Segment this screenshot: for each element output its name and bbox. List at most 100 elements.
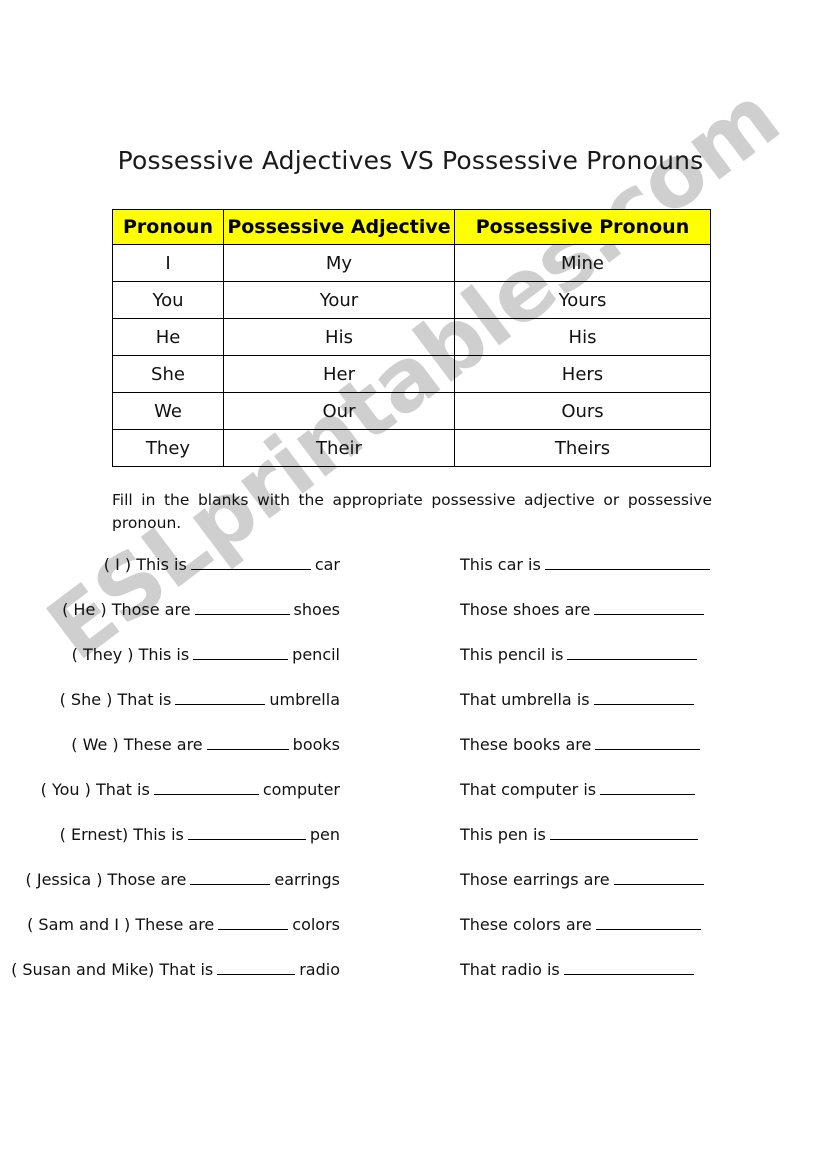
exercise-right-clause: Those earrings are	[460, 870, 708, 889]
answer-blank-pronoun[interactable]	[593, 690, 694, 705]
exercise-noun: umbrella	[269, 690, 340, 709]
exercise-row: ( Jessica ) Those are earrings Those earri…	[0, 868, 821, 913]
answer-blank-adjective[interactable]	[175, 690, 266, 705]
exercise-right-text: Those shoes are	[460, 600, 591, 619]
exercise-left-clause: ( Sam and I ) These are colors	[0, 915, 340, 934]
cell-pronoun: I	[112, 244, 224, 282]
cell-adjective: Your	[223, 281, 455, 319]
answer-blank-adjective[interactable]	[187, 825, 306, 840]
table-row: You Your Yours	[112, 281, 711, 319]
answer-blank-adjective[interactable]	[193, 645, 289, 660]
exercise-right-text: This pencil is	[460, 645, 564, 664]
answer-blank-pronoun[interactable]	[544, 555, 710, 570]
exercise-right-text: That computer is	[460, 780, 597, 799]
exercise-left-clause: ( She ) That is umbrella	[0, 690, 340, 709]
exercise-row: ( We ) These are books These books are	[0, 733, 821, 778]
table-row: I My Mine	[112, 244, 711, 282]
exercise-left-clause: ( I ) This is car	[0, 555, 340, 574]
exercise-right-clause: This car is	[460, 555, 714, 574]
cell-pronoun: He	[112, 318, 224, 356]
answer-blank-pronoun[interactable]	[567, 645, 698, 660]
table-header-row: Pronoun Possessive Adjective Possessive …	[112, 209, 711, 245]
pronoun-table-body: I My Mine You Your Yours He His His She …	[112, 244, 711, 467]
answer-blank-pronoun[interactable]	[595, 735, 701, 750]
table-row: He His His	[112, 318, 711, 356]
exercise-cue: ( You ) That is	[40, 780, 150, 799]
exercise-cue: ( She ) That is	[59, 690, 172, 709]
answer-blank-adjective[interactable]	[153, 780, 259, 795]
exercise-noun: earrings	[274, 870, 340, 889]
exercise-left-clause: ( He ) Those are shoes	[0, 600, 340, 619]
cell-pronoun: She	[112, 355, 224, 393]
exercise-row: ( You ) That is computer That computer is	[0, 778, 821, 823]
exercise-right-clause: That umbrella is	[460, 690, 698, 709]
exercise-left-clause: ( Jessica ) Those are earrings	[0, 870, 340, 889]
exercise-noun: shoes	[293, 600, 340, 619]
cell-possessive: Theirs	[454, 429, 711, 467]
exercise-noun: radio	[299, 960, 340, 979]
exercise-right-text: That umbrella is	[460, 690, 590, 709]
exercise-noun: car	[314, 555, 340, 574]
answer-blank-adjective[interactable]	[206, 735, 289, 750]
exercise-right-text: That radio is	[460, 960, 560, 979]
exercise-cue: ( Sam and I ) These are	[27, 915, 215, 934]
cell-possessive: Yours	[454, 281, 711, 319]
cell-adjective: Her	[223, 355, 455, 393]
exercise-row: ( Ernest) This is pen This pen is	[0, 823, 821, 868]
column-header-pronoun: Pronoun	[112, 209, 224, 245]
answer-blank-pronoun[interactable]	[595, 915, 701, 930]
answer-blank-pronoun[interactable]	[613, 870, 704, 885]
pronoun-reference-table: Pronoun Possessive Adjective Possessive …	[112, 209, 711, 467]
exercise-left-clause: ( Ernest) This is pen	[0, 825, 340, 844]
answer-blank-pronoun[interactable]	[594, 600, 705, 615]
exercise-right-clause: These books are	[460, 735, 704, 754]
cell-possessive: Hers	[454, 355, 711, 393]
cell-possessive: His	[454, 318, 711, 356]
exercise-right-clause: These colors are	[460, 915, 705, 934]
table-row: We Our Ours	[112, 392, 711, 430]
exercise-right-clause: This pen is	[460, 825, 702, 844]
answer-blank-adjective[interactable]	[194, 600, 290, 615]
exercise-noun: colors	[292, 915, 340, 934]
cell-pronoun: You	[112, 281, 224, 319]
cell-adjective: His	[223, 318, 455, 356]
exercise-list: ( I ) This is car This car is ( He ) Those …	[0, 553, 821, 1003]
column-header-possessive-pronoun: Possessive Pronoun	[454, 209, 711, 245]
answer-blank-pronoun[interactable]	[600, 780, 696, 795]
cell-adjective: My	[223, 244, 455, 282]
exercise-noun: computer	[262, 780, 340, 799]
exercise-cue: ( Jessica ) Those are	[25, 870, 187, 889]
answer-blank-adjective[interactable]	[217, 960, 296, 975]
page-title: Possessive Adjectives VS Possessive Pron…	[117, 146, 704, 175]
answer-blank-adjective[interactable]	[190, 555, 311, 570]
exercise-right-text: These colors are	[460, 915, 592, 934]
exercise-cue: ( We ) These are	[71, 735, 203, 754]
exercise-right-clause: That radio is	[460, 960, 698, 979]
pronoun-table-wrapper: Pronoun Possessive Adjective Possessive …	[112, 209, 711, 467]
exercise-noun: pencil	[292, 645, 340, 664]
exercise-cue: ( He ) Those are	[62, 600, 191, 619]
exercise-left-clause: ( You ) That is computer	[0, 780, 340, 799]
exercise-row: ( I ) This is car This car is	[0, 553, 821, 598]
exercise-right-text: Those earrings are	[460, 870, 610, 889]
exercise-cue: ( They ) This is	[71, 645, 190, 664]
answer-blank-pronoun[interactable]	[563, 960, 694, 975]
exercise-right-clause: Those shoes are	[460, 600, 708, 619]
cell-possessive: Ours	[454, 392, 711, 430]
answer-blank-adjective[interactable]	[190, 870, 271, 885]
exercise-left-clause: ( Susan and Mike) That is radio	[0, 960, 340, 979]
exercise-right-text: This car is	[460, 555, 541, 574]
exercise-cue: ( Susan and Mike) That is	[11, 960, 214, 979]
table-row: They Their Theirs	[112, 429, 711, 467]
exercise-row: ( They ) This is pencil This pencil is	[0, 643, 821, 688]
answer-blank-pronoun[interactable]	[549, 825, 698, 840]
exercise-cue: ( I ) This is	[103, 555, 187, 574]
exercise-noun: pen	[309, 825, 340, 844]
cell-pronoun: They	[112, 429, 224, 467]
exercise-right-text: This pen is	[460, 825, 546, 844]
table-row: She Her Hers	[112, 355, 711, 393]
answer-blank-adjective[interactable]	[218, 915, 289, 930]
cell-adjective: Our	[223, 392, 455, 430]
exercise-left-clause: ( We ) These are books	[0, 735, 340, 754]
exercise-right-clause: This pencil is	[460, 645, 701, 664]
